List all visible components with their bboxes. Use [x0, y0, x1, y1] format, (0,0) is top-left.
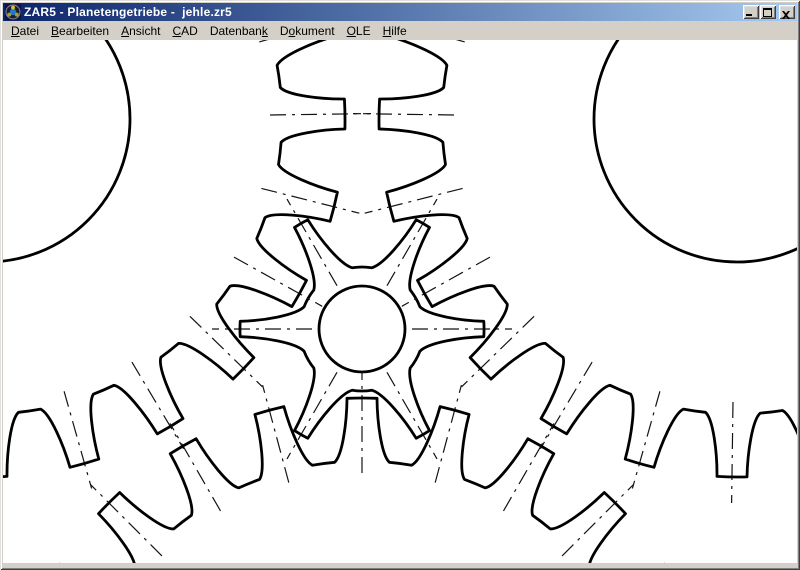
menu-item-ansicht[interactable]: Ansicht [115, 22, 166, 40]
menu-item-hilfe[interactable]: Hilfe [377, 22, 413, 40]
screen: ZAR5 - Planetengetriebe - jehle.zr5 Date… [0, 0, 800, 570]
maximize-button[interactable] [760, 5, 776, 19]
minimize-icon [746, 14, 752, 16]
close-button[interactable] [779, 5, 795, 19]
maximize-icon [763, 8, 772, 17]
menu-item-datenbank[interactable]: Datenbank [204, 22, 274, 40]
app-window: ZAR5 - Planetengetriebe - jehle.zr5 Date… [0, 0, 800, 570]
window-title: ZAR5 - Planetengetriebe - jehle.zr5 [24, 3, 743, 21]
menu-bar: DateiBearbeitenAnsichtCADDatenbankDokume… [3, 21, 797, 40]
menu-item-bearbeiten[interactable]: Bearbeiten [45, 22, 115, 40]
menu-item-dokument[interactable]: Dokument [274, 22, 341, 40]
drawing-background [3, 40, 797, 563]
title-bar[interactable]: ZAR5 - Planetengetriebe - jehle.zr5 [3, 3, 797, 21]
minimize-button[interactable] [743, 5, 759, 19]
menu-item-cad[interactable]: CAD [166, 22, 203, 40]
menu-item-datei[interactable]: Datei [5, 22, 45, 40]
close-icon [782, 7, 790, 15]
drawing-area[interactable] [3, 40, 797, 563]
gear-drawing [3, 40, 797, 563]
app-icon [5, 4, 21, 20]
menu-item-ole[interactable]: OLE [341, 22, 377, 40]
window-controls [743, 5, 795, 19]
